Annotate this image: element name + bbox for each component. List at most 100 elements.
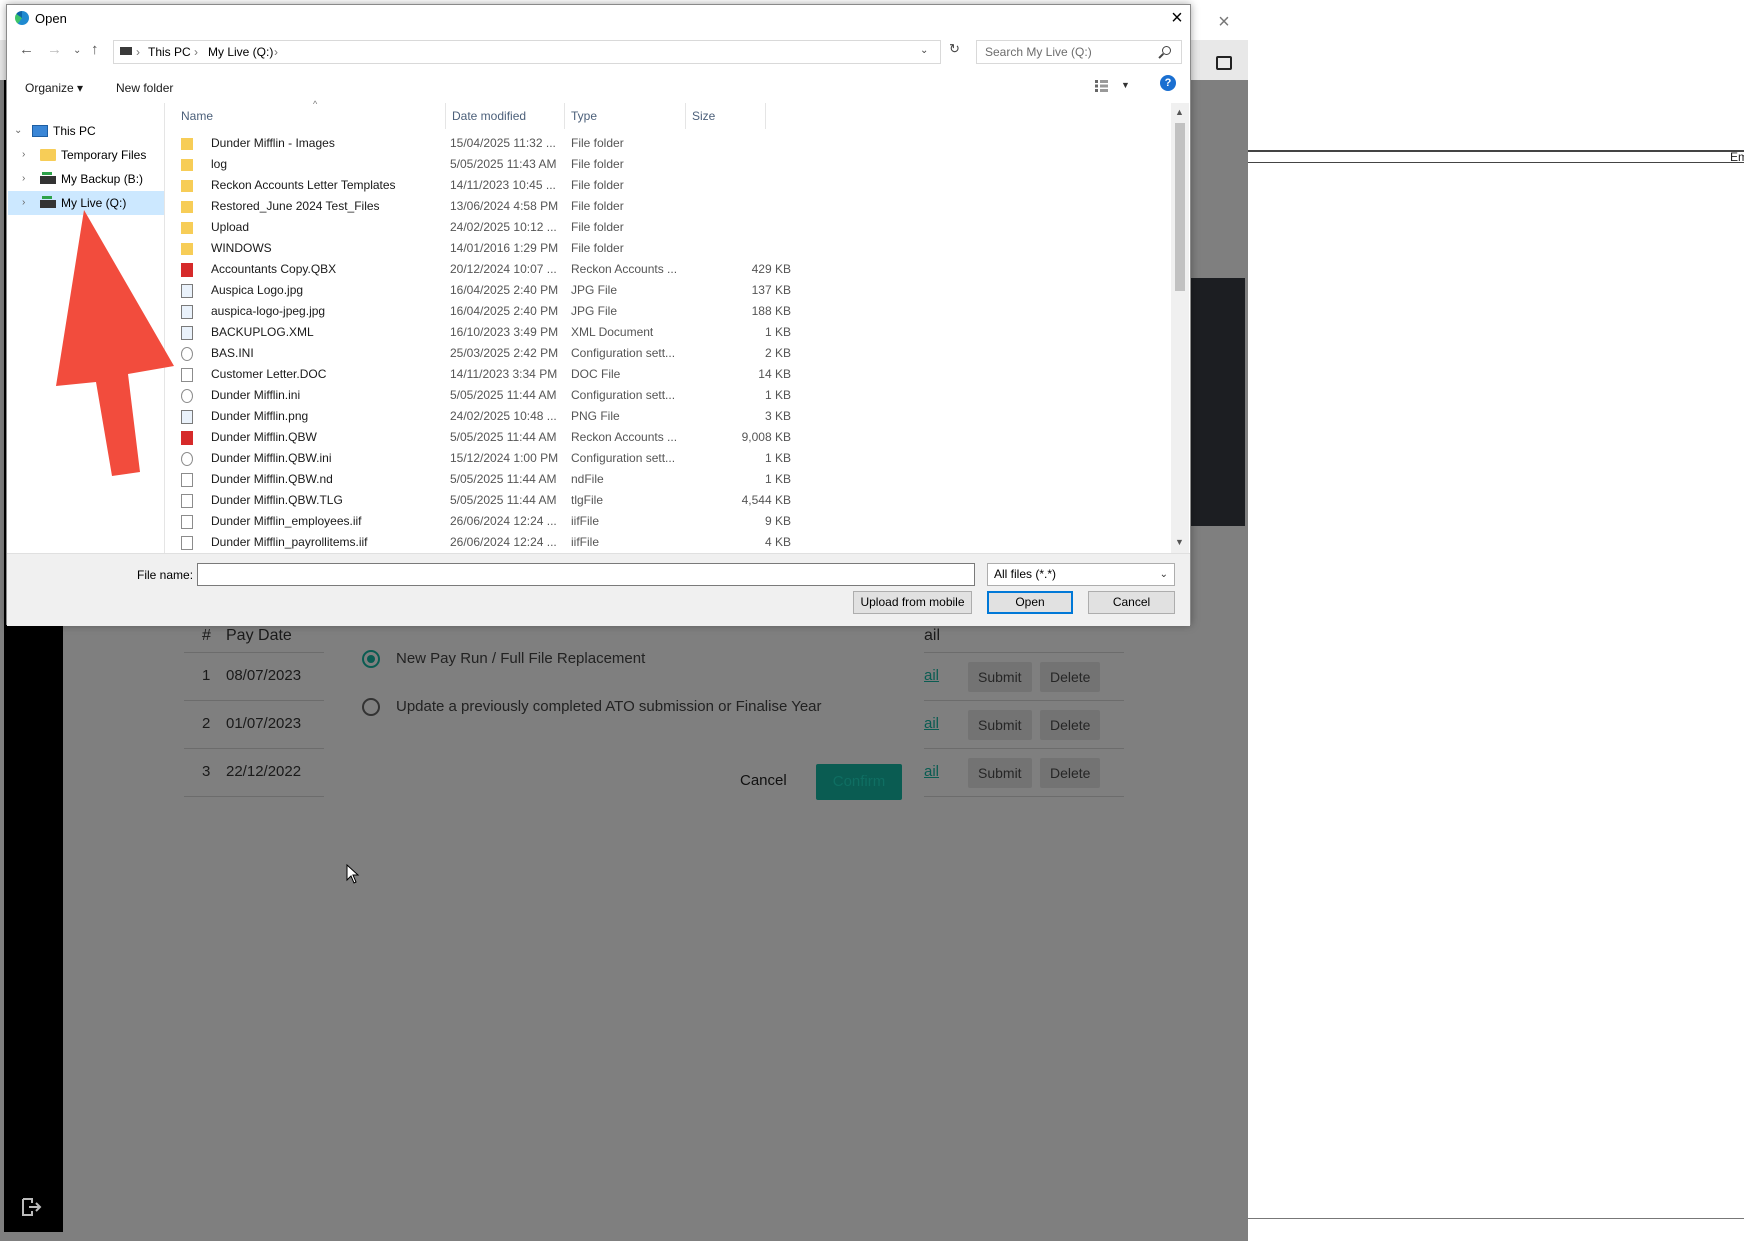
up-arrow-icon[interactable]: ↑ — [91, 41, 99, 58]
submit-button[interactable]: Submit — [968, 710, 1032, 740]
address-bar[interactable]: › This PC › My Live (Q:) › ⌄ — [113, 40, 941, 64]
submit-button[interactable]: Submit — [968, 662, 1032, 692]
file-type: File folder — [571, 241, 624, 255]
file-date: 13/06/2024 4:58 PM — [450, 199, 559, 213]
file-type: DOC File — [571, 367, 621, 381]
radio-update-submission[interactable] — [362, 698, 380, 716]
modal-cancel-button[interactable]: Cancel — [740, 772, 787, 789]
column-date-modified[interactable]: Date modified — [452, 109, 526, 123]
list-item[interactable]: Dunder Mifflin.QBW 5/05/2025 11:44 AM Reck… — [171, 427, 791, 448]
chevron-down-icon[interactable]: ⌄ — [14, 119, 22, 143]
delete-button[interactable]: Delete — [1040, 710, 1101, 740]
chevron-right-icon: › — [136, 45, 140, 59]
email-link[interactable]: ail — [924, 700, 939, 748]
upload-from-mobile-button[interactable]: Upload from mobile — [853, 591, 972, 614]
dialog-footer: File name: All files (*.*) ⌄ Upload from… — [7, 553, 1190, 626]
file-type-select[interactable]: All files (*.*) ⌄ — [987, 563, 1175, 586]
file-date: 16/04/2025 2:40 PM — [450, 283, 559, 297]
file-name: BAS.INI — [211, 346, 254, 360]
list-item[interactable]: Restored_June 2024 Test_Files 13/06/2024 … — [171, 196, 771, 217]
file-name: auspica-logo-jpeg.jpg — [211, 304, 326, 318]
file-type: Reckon Accounts ... — [571, 430, 678, 444]
scroll-up-icon[interactable]: ▲ — [1175, 107, 1184, 117]
file-date: 15/04/2025 11:32 ... — [450, 136, 556, 150]
list-item[interactable]: Dunder Mifflin.QBW.ini 15/12/2024 1:00 PM… — [171, 448, 791, 469]
folder-icon — [40, 149, 56, 161]
list-item[interactable]: WINDOWS 14/01/2016 1:29 PM File folder — [171, 238, 771, 259]
file-type: File folder — [571, 220, 624, 234]
close-icon[interactable]: × — [1165, 7, 1189, 30]
column-name[interactable]: Name — [181, 109, 213, 123]
list-item[interactable]: auspica-logo-jpeg.jpg 16/04/2025 2:40 PM J… — [171, 301, 791, 322]
chevron-down-icon[interactable]: ▼ — [1121, 80, 1130, 90]
tree-item-temporary-files[interactable]: › Temporary Files — [8, 143, 164, 167]
file-size: 9,008 KB — [741, 430, 791, 444]
radio-new-pay-run[interactable] — [362, 650, 380, 668]
file-icon — [181, 305, 193, 319]
email-link[interactable]: ail — [924, 748, 939, 796]
list-item[interactable]: Dunder Mifflin_employees.iif 26/06/2024 1… — [171, 511, 791, 532]
recent-dropdown-icon[interactable]: ⌄ — [73, 45, 81, 56]
browser-logo-icon — [15, 11, 29, 25]
view-options-icon[interactable] — [1095, 80, 1111, 92]
tree-item-this-pc[interactable]: ⌄ This PC — [8, 119, 164, 143]
list-item[interactable]: Dunder Mifflin.ini 5/05/2025 11:44 AM Conf… — [171, 385, 791, 406]
chevron-right-icon[interactable]: › — [22, 167, 25, 191]
chevron-down-icon[interactable]: ⌄ — [920, 45, 928, 56]
search-input[interactable]: Search My Live (Q:) — [976, 40, 1182, 64]
list-item[interactable]: Dunder Mifflin.QBW.nd 5/05/2025 11:44 AM n… — [171, 469, 791, 490]
list-item[interactable]: Auspica Logo.jpg 16/04/2025 2:40 PM JPG Fi… — [171, 280, 791, 301]
open-button[interactable]: Open — [987, 591, 1073, 614]
file-size: 137 KB — [751, 283, 791, 297]
sort-arrow-icon: ^ — [313, 99, 318, 109]
tree-item-my-backup[interactable]: › My Backup (B:) — [8, 167, 164, 191]
command-bar: Organize ▾ New folder — [7, 71, 1190, 101]
scroll-down-icon[interactable]: ▼ — [1175, 537, 1184, 547]
list-item[interactable]: Accountants Copy.QBX 20/12/2024 10:07 ...… — [171, 259, 791, 280]
list-item[interactable]: Dunder Mifflin_payrollitems.iif 26/06/202… — [171, 532, 791, 553]
list-item[interactable]: Reckon Accounts Letter Templates 14/11/20… — [171, 175, 771, 196]
chevron-right-icon[interactable]: › — [22, 191, 25, 215]
refresh-icon[interactable]: ↻ — [949, 41, 960, 57]
folder-icon — [181, 138, 193, 150]
list-item[interactable]: Dunder Mifflin.png 24/02/2025 10:48 ... PN… — [171, 406, 791, 427]
breadcrumb-my-live[interactable]: My Live (Q:) — [208, 45, 273, 59]
column-type[interactable]: Type — [571, 109, 597, 123]
chevron-right-icon[interactable]: › — [22, 143, 25, 167]
sidebar-toggle-icon[interactable] — [1216, 56, 1232, 70]
cancel-button[interactable]: Cancel — [1088, 591, 1175, 614]
file-date: 20/12/2024 10:07 ... — [450, 262, 557, 276]
file-date: 14/11/2023 3:34 PM — [450, 367, 558, 381]
new-folder-button[interactable]: New folder — [116, 81, 173, 95]
list-item[interactable]: BAS.INI 25/03/2025 2:42 PM Configuration s… — [171, 343, 791, 364]
delete-button[interactable]: Delete — [1040, 758, 1101, 788]
column-size[interactable]: Size — [692, 109, 715, 123]
delete-button[interactable]: Delete — [1040, 662, 1101, 692]
search-placeholder: Search My Live (Q:) — [985, 45, 1092, 59]
list-item[interactable]: Dunder Mifflin.QBW.TLG 5/05/2025 11:44 AM… — [171, 490, 791, 511]
help-icon[interactable]: ? — [1160, 75, 1176, 91]
list-item[interactable]: BACKUPLOG.XML 16/10/2023 3:49 PM XML Docum… — [171, 322, 791, 343]
divider — [564, 103, 565, 129]
file-date: 14/11/2023 10:45 ... — [450, 178, 556, 192]
open-file-dialog: Open × ← → ⌄ ↑ › This PC › My Live (Q:) … — [6, 4, 1191, 626]
back-arrow-icon[interactable]: ← — [19, 41, 34, 58]
email-link[interactable]: ail — [924, 652, 939, 700]
file-name-input[interactable] — [197, 563, 975, 586]
file-size: 14 KB — [758, 367, 791, 381]
list-item[interactable]: log 5/05/2025 11:43 AM File folder — [171, 154, 771, 175]
forward-arrow-icon[interactable]: → — [47, 41, 62, 58]
confirm-button[interactable]: Confirm — [816, 764, 902, 800]
organize-menu[interactable]: Organize ▾ — [25, 81, 83, 95]
vertical-scrollbar[interactable]: ▲ ▼ — [1171, 103, 1189, 553]
list-item[interactable]: Dunder Mifflin - Images 15/04/2025 11:32 … — [171, 133, 771, 154]
submit-button[interactable]: Submit — [968, 758, 1032, 788]
logout-icon[interactable] — [20, 1196, 42, 1218]
file-date: 26/06/2024 12:24 ... — [450, 514, 557, 528]
breadcrumb-this-pc[interactable]: This PC — [148, 45, 191, 59]
scrollbar-thumb[interactable] — [1175, 123, 1185, 291]
close-icon[interactable]: × — [1214, 12, 1234, 32]
list-item[interactable]: Customer Letter.DOC 14/11/2023 3:34 PM DOC… — [171, 364, 791, 385]
list-item[interactable]: Upload 24/02/2025 10:12 ... File folder — [171, 217, 771, 238]
file-date: 15/12/2024 1:00 PM — [450, 451, 559, 465]
